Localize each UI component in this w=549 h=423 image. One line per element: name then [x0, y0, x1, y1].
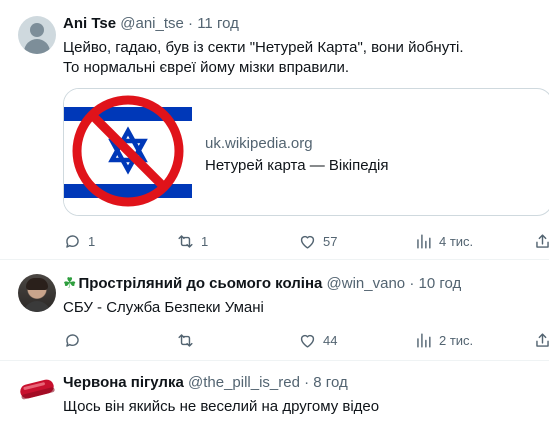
reply-count: 1 [88, 233, 96, 249]
author-name[interactable]: Червона пігулка [63, 374, 184, 391]
tweet-text-line-2: То нормальні євреї йому мізки вправили. [63, 59, 350, 76]
author-handle[interactable]: @ani_tse [120, 15, 184, 32]
avatar-body-shape [24, 39, 50, 54]
like-count: 57 [323, 233, 338, 249]
share-button[interactable] [533, 231, 549, 251]
clover-icon: ☘ [63, 275, 77, 292]
views-button[interactable]: 4 тис. [414, 231, 473, 251]
tweet-header: Ani Tse @ani_tse · 11 год [63, 14, 239, 34]
retweet-button[interactable] [176, 330, 195, 350]
reply-icon [66, 333, 79, 347]
like-count: 44 [323, 332, 338, 348]
retweet-icon [178, 234, 193, 248]
author-handle[interactable]: @win_vano [327, 275, 406, 292]
card-title: Нетурей карта — Вікіпедія [205, 157, 389, 174]
tweet-header: Червона пігулка @the_pill_is_red · 8 год [63, 373, 348, 393]
share-icon [536, 332, 549, 347]
separator-dot: · [304, 374, 310, 391]
crossed-out-israel-flag-image [64, 89, 192, 215]
action-bar: 44 2 тис. [63, 330, 549, 350]
timestamp[interactable]: 11 год [197, 15, 239, 32]
author-name[interactable]: Простріляний до сьомого коліна [78, 275, 322, 292]
avatar[interactable] [18, 16, 56, 54]
like-button[interactable]: 57 [298, 231, 337, 251]
retweet-button[interactable]: 1 [176, 231, 208, 251]
avatar-head-shape [30, 23, 44, 37]
tweet-pill-is-red[interactable]: Червона пігулка @the_pill_is_red · 8 год… [0, 361, 549, 423]
reply-button[interactable]: 1 [63, 231, 95, 251]
avatar[interactable] [18, 274, 56, 312]
author-name[interactable]: Ani Tse [63, 15, 116, 32]
heart-icon [300, 235, 315, 249]
view-count: 4 тис. [439, 233, 474, 249]
separator-dot: · [188, 15, 194, 32]
link-card[interactable]: uk.wikipedia.org Нетурей карта — Вікіпед… [63, 88, 549, 216]
tweet-ani-tse[interactable]: Ani Tse @ani_tse · 11 год Цейво, гадаю, … [0, 0, 549, 258]
red-pill-avatar-icon[interactable] [16, 375, 58, 403]
timestamp[interactable]: 10 год [418, 275, 461, 292]
tweet-header: ☘ Простріляний до сьомого коліна @win_van… [63, 274, 461, 294]
view-count: 2 тис. [439, 332, 474, 348]
views-button[interactable]: 2 тис. [414, 330, 473, 350]
author-handle[interactable]: @the_pill_is_red [188, 374, 300, 391]
card-thumbnail[interactable] [64, 89, 192, 215]
reply-button[interactable] [63, 330, 82, 350]
views-bar-chart-icon [417, 233, 431, 249]
tweet-text-line-1: Щось він якийсь не веселий на другому ві… [63, 398, 380, 415]
like-button[interactable]: 44 [298, 330, 337, 350]
tweet-text-line-1: СБУ - Служба Безпеки Умані [63, 299, 264, 316]
tweet-text-line-1: Цейво, гадаю, був із секти "Нетурей Карт… [63, 39, 464, 56]
reply-icon [66, 234, 79, 248]
action-bar: 1 1 57 4 тис. [63, 231, 549, 251]
timestamp[interactable]: 8 год [313, 374, 347, 391]
avatar-shirt-shape [23, 301, 51, 312]
separator-dot: · [409, 275, 415, 292]
retweet-icon [178, 333, 193, 347]
views-bar-chart-icon [417, 332, 431, 348]
tweet-win-vano[interactable]: ☘ Простріляний до сьомого коліна @win_van… [0, 260, 549, 360]
avatar-hair-shape [26, 278, 48, 290]
retweet-count: 1 [201, 233, 209, 249]
share-button[interactable] [533, 330, 549, 350]
share-icon [536, 233, 549, 248]
heart-icon [300, 334, 315, 348]
card-domain: uk.wikipedia.org [205, 135, 313, 152]
